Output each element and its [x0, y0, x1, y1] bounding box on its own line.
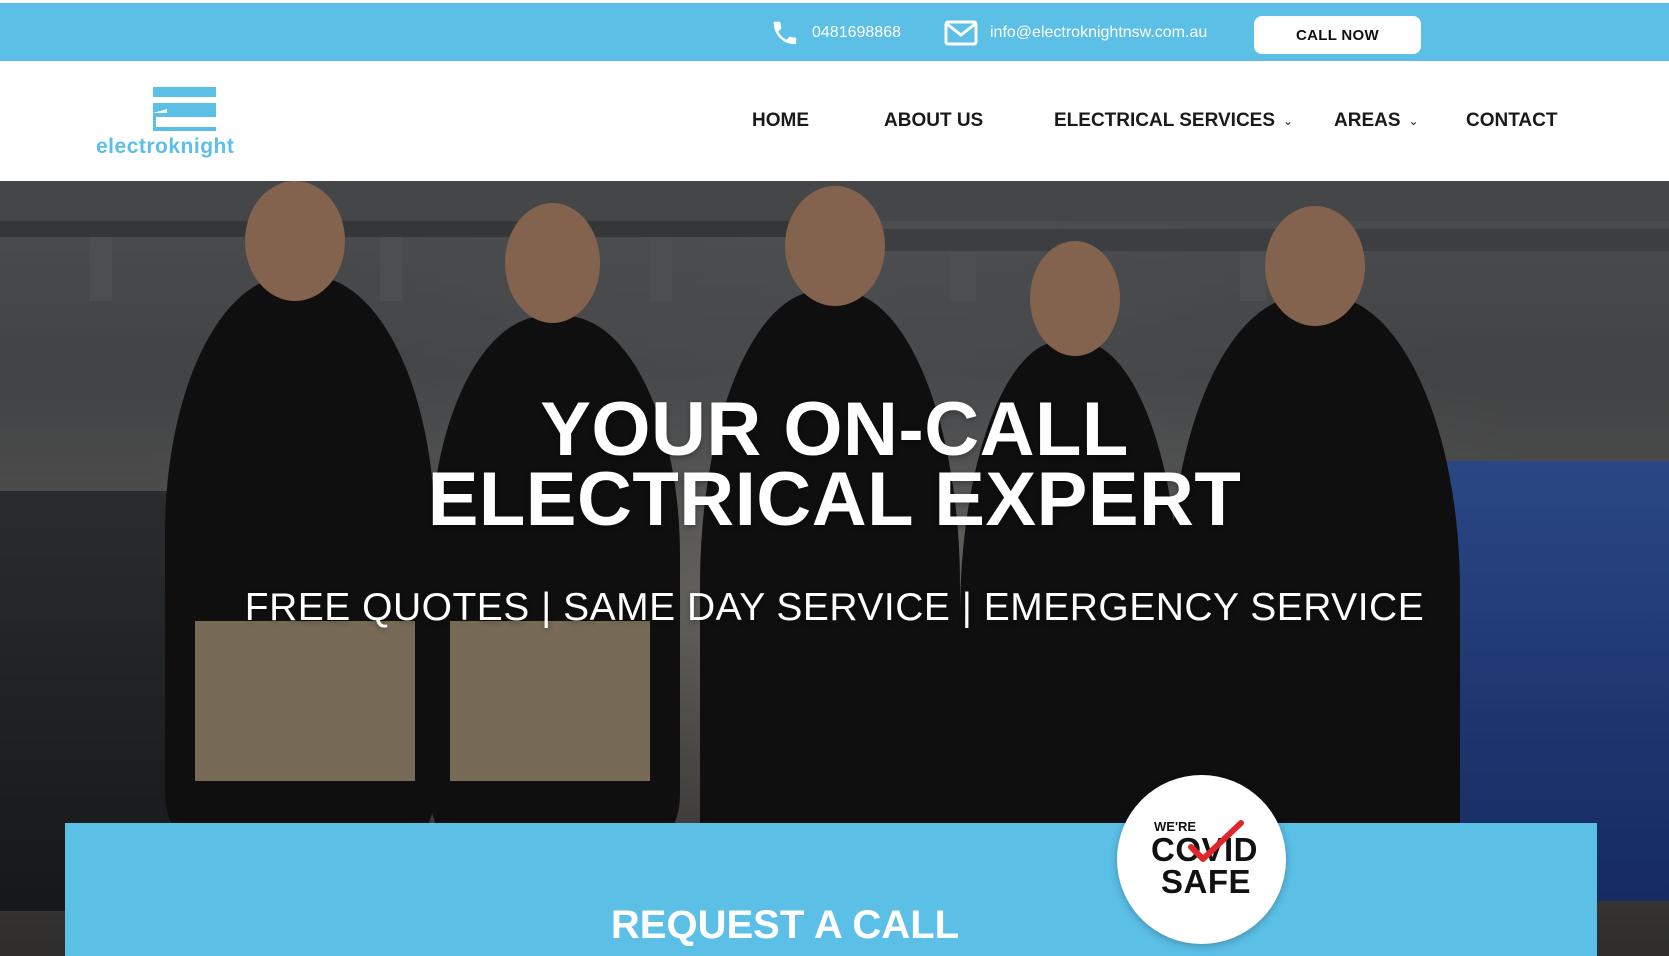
phone-icon	[773, 21, 797, 45]
request-call-panel: REQUEST A CALL	[65, 823, 1597, 956]
email-address: info@electroknightnsw.com.au	[990, 24, 1208, 41]
nav-areas-label: AREAS	[1334, 110, 1401, 131]
hero-subheadline: FREE QUOTES | SAME DAY SERVICE | EMERGEN…	[244, 586, 1425, 629]
top-contact-bar: 0481698868 info@electroknightnsw.com.au …	[0, 0, 1669, 61]
call-now-button[interactable]: CALL NOW	[1254, 16, 1421, 54]
site-logo[interactable]: electroknight	[96, 87, 276, 159]
nav-electrical-services[interactable]: ELECTRICAL SERVICES ⌄	[1054, 61, 1293, 181]
covid-safe-badge: WE'RE COVID SAFE	[1117, 775, 1286, 944]
email-link[interactable]: info@electroknightnsw.com.au	[944, 17, 1207, 49]
chevron-down-icon: ⌄	[1283, 114, 1294, 128]
envelope-icon	[944, 20, 978, 46]
nav-contact-label: CONTACT	[1466, 110, 1558, 131]
logo-wordmark: electroknight	[96, 135, 235, 158]
phone-link[interactable]: 0481698868	[770, 17, 901, 49]
nav-contact[interactable]: CONTACT	[1466, 61, 1557, 181]
chevron-down-icon: ⌄	[1408, 114, 1419, 128]
checkmark-icon	[1188, 820, 1244, 862]
hero-headline: YOUR ON-CALL ELECTRICAL EXPERT	[0, 387, 1669, 542]
nav-electrical-services-label: ELECTRICAL SERVICES	[1054, 110, 1276, 131]
nav-areas[interactable]: AREAS ⌄	[1334, 61, 1419, 181]
request-call-title: REQUEST A CALL	[610, 903, 960, 947]
hero-headline-line1: YOUR ON-CALL	[540, 387, 1129, 472]
nav-home-label: HOME	[752, 110, 809, 131]
hero-headline-line2: ELECTRICAL EXPERT	[427, 457, 1242, 542]
phone-number: 0481698868	[812, 24, 901, 41]
logo-mark-icon	[153, 87, 216, 131]
covid-badge-line3: SAFE	[1161, 863, 1252, 900]
site-header: electroknight HOME ABOUT US ELECTRICAL S…	[0, 61, 1669, 181]
nav-home[interactable]: HOME	[752, 61, 809, 181]
nav-about-us[interactable]: ABOUT US	[884, 61, 983, 181]
nav-about-us-label: ABOUT US	[884, 110, 984, 131]
